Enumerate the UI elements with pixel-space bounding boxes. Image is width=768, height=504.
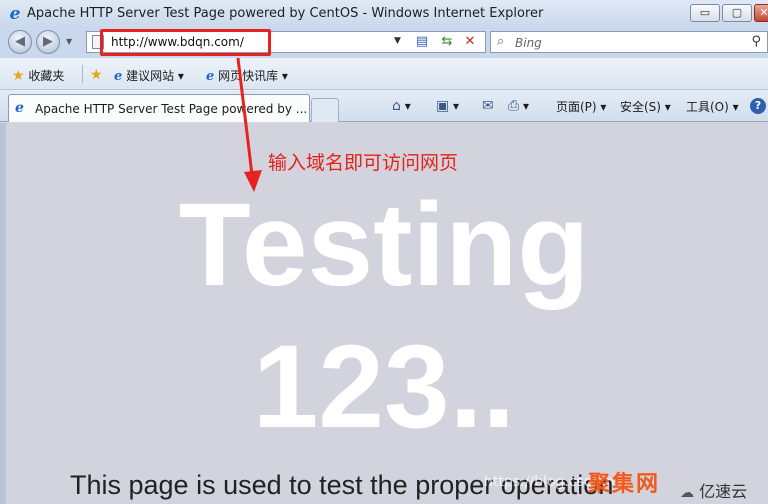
annotation-arrow (236, 57, 262, 192)
annotation-text: 输入域名即可访问网页 (268, 152, 459, 174)
